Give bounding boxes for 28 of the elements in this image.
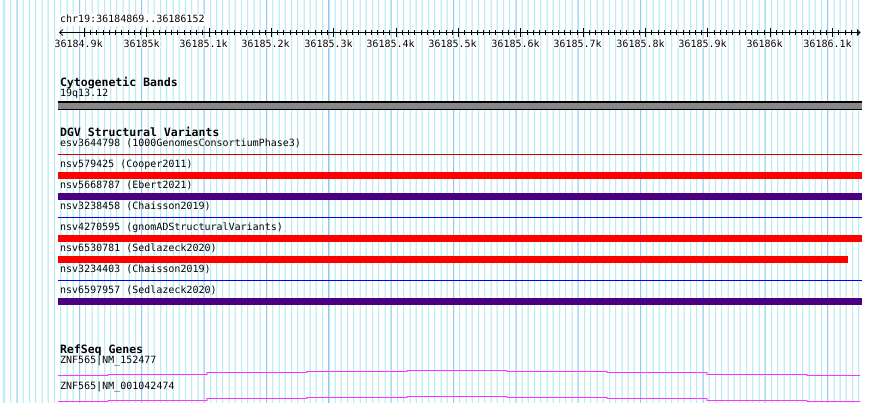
variant-label: nsv6597957 (Sedlazeck2020): [60, 285, 217, 297]
track-title: Cytogenetic Bands: [60, 76, 178, 88]
location-label: chr19:36184869..36186152: [60, 14, 204, 26]
tick-label: 36185.1k: [179, 39, 228, 50]
band-label: 19q13.12: [60, 88, 108, 100]
variant-label: nsv3238458 (Chaisson2019): [60, 201, 211, 213]
variant-label: nsv5668787 (Ebert2021): [60, 180, 192, 192]
tick-label: 36185.7k: [553, 39, 602, 50]
tick-label: 36185.3k: [304, 39, 353, 50]
tick-label: 36185.2k: [241, 39, 290, 50]
variant-label: nsv6530781 (Sedlazeck2020): [60, 243, 217, 255]
variant-label: nsv3234403 (Chaisson2019): [60, 264, 211, 276]
tick-label: 36186.1k: [803, 39, 852, 50]
track-title: DGV Structural Variants: [60, 126, 220, 138]
variant-label: nsv4270595 (gnomADStructuralVariants): [60, 222, 283, 234]
tick-label: 36185.9k: [678, 39, 727, 50]
tick-label: 36186k: [746, 39, 783, 50]
tick-label: 36185.8k: [616, 39, 665, 50]
gene-label: ZNF565|NM_152477: [60, 355, 156, 367]
track-title: RefSeq Genes: [60, 343, 144, 355]
gene-label: ZNF565|NM_001042474: [60, 381, 174, 393]
variant-label: esv3644798 (1000GenomesConsortiumPhase3): [60, 138, 301, 150]
variant-label: nsv579425 (Cooper2011): [60, 159, 192, 171]
tick-label: 36185.5k: [428, 39, 477, 50]
tick-label: 36185k: [123, 39, 160, 50]
tick-label: 36185.6k: [491, 39, 540, 50]
tick-label: 36185.4k: [366, 39, 415, 50]
tick-label: 36184.9k: [54, 39, 103, 50]
